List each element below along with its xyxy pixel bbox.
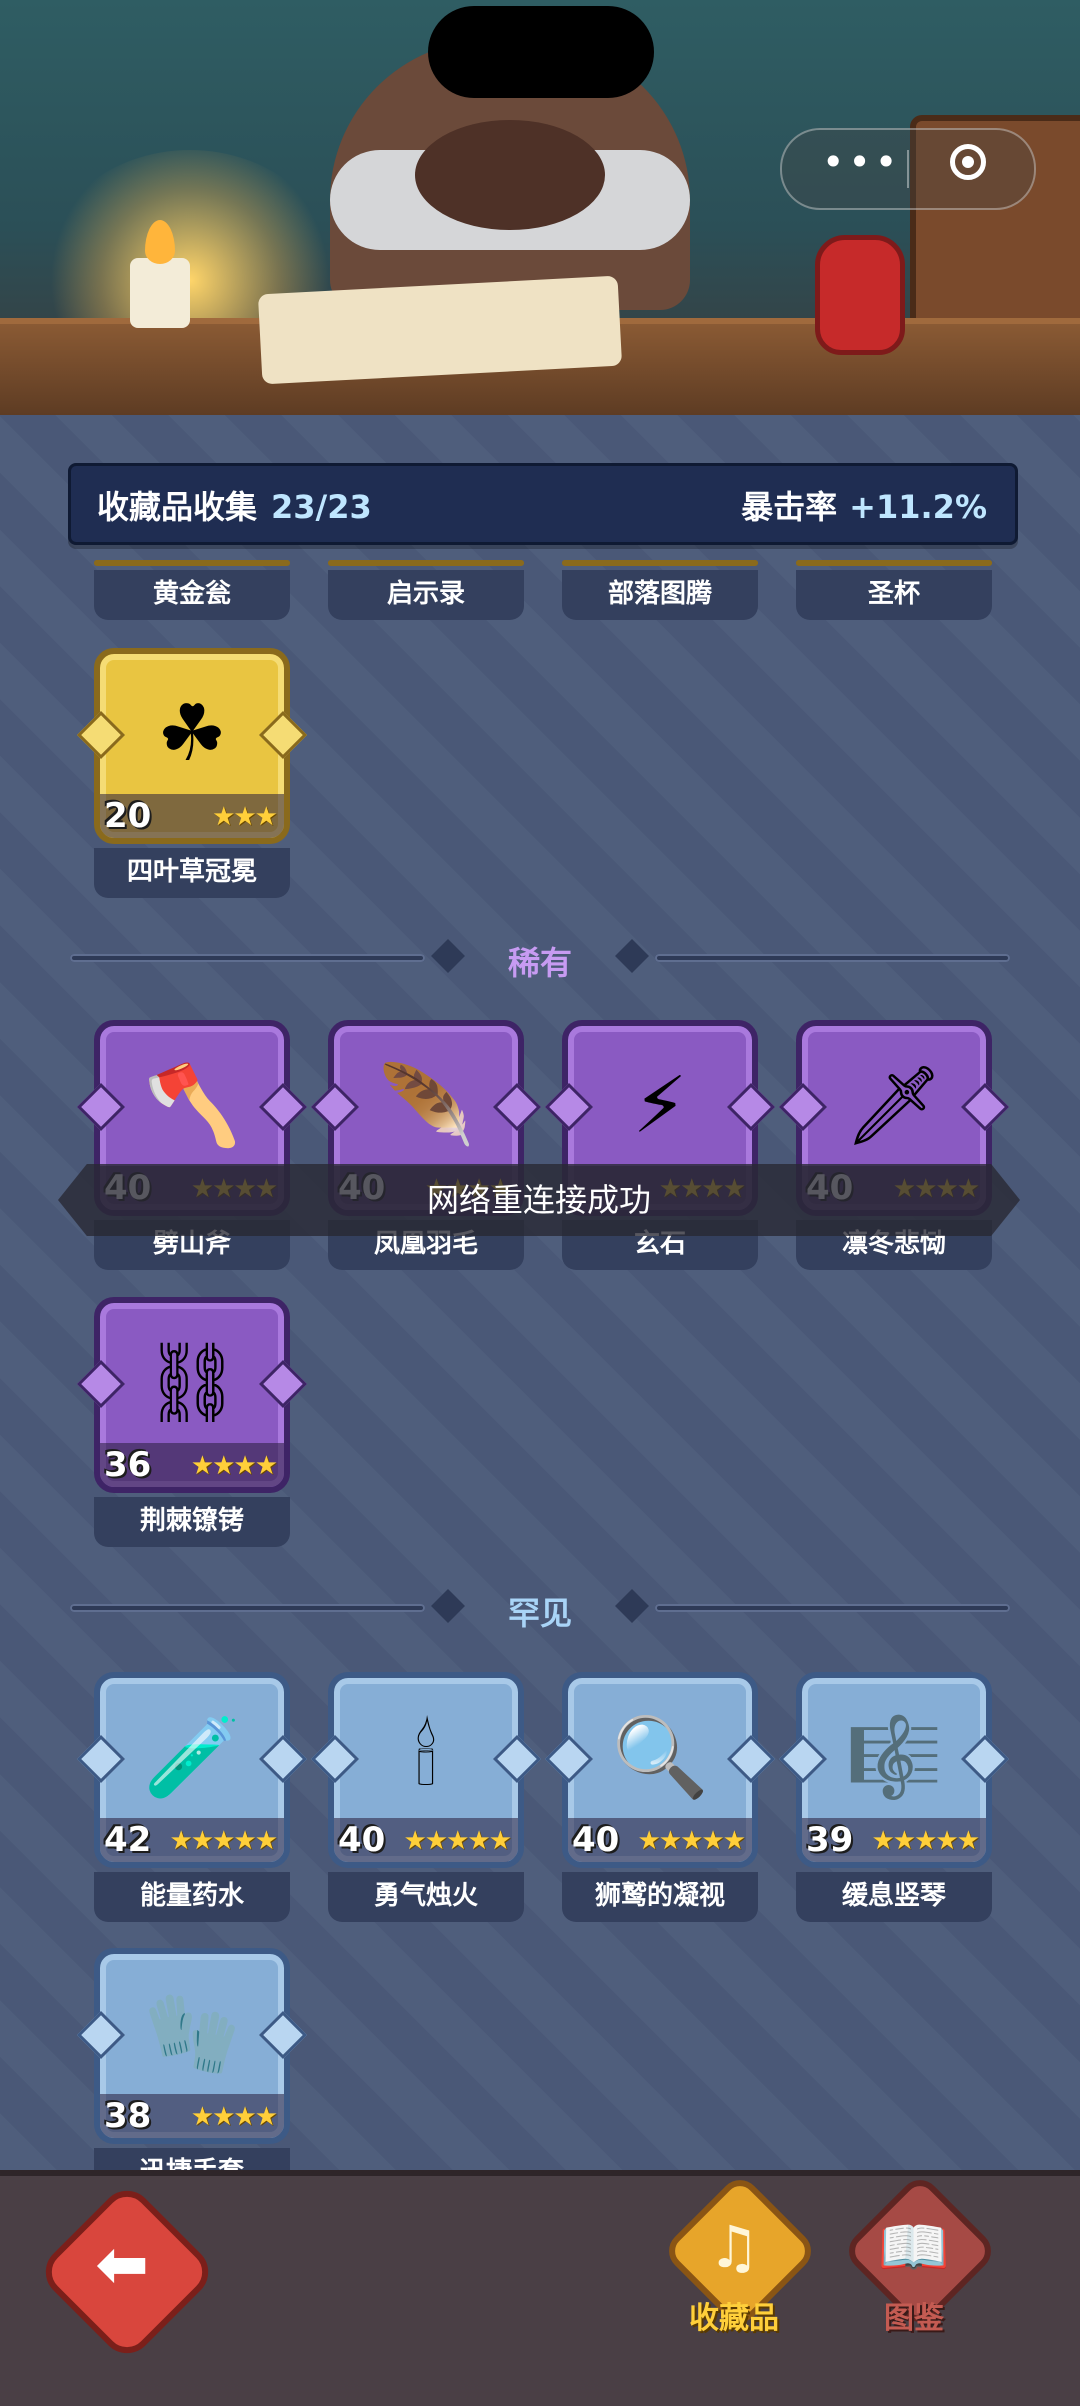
collection-card[interactable]: 🎼 39 ★★★★★	[778, 1672, 1010, 1868]
star-rating: ★★★★★	[169, 1826, 278, 1856]
list-item[interactable]: 🧤 38 ★★★★ 迅捷手套	[76, 1948, 308, 2198]
candle	[130, 258, 190, 328]
toast-text: 网络重连接成功	[426, 1181, 651, 1219]
book-icon: 📖	[877, 2213, 951, 2281]
collection-title: 收藏品收集 23/23	[97, 482, 372, 528]
red-potion-bottle	[815, 235, 905, 355]
axe-icon: 🪓	[143, 1060, 241, 1151]
beard	[415, 120, 605, 230]
item-name: 缓息竖琴	[796, 1872, 992, 1922]
list-item[interactable]: 🔍 40 ★★★★★ 狮鹫的凝视	[544, 1672, 776, 1922]
thorn-shackles-icon: ⛓	[142, 1337, 242, 1428]
lyre-icon: 🎼	[845, 1712, 943, 1803]
glove-icon: 🧤	[143, 1988, 241, 2079]
magnifier-icon: 🔍	[611, 1712, 709, 1803]
collection-card[interactable]: 🧤 38 ★★★★	[76, 1948, 308, 2144]
list-item[interactable]: 部落图腾	[562, 560, 758, 620]
item-name: 启示录	[328, 570, 524, 620]
crit-label: 暴击率	[741, 488, 838, 526]
star-rating: ★★★★	[190, 1451, 278, 1481]
star-rating: ★★★	[212, 802, 278, 832]
item-level: 40	[338, 1820, 386, 1860]
collection-card[interactable]	[94, 560, 290, 566]
list-item[interactable]: 🕯 40 ★★★★★ 勇气烛火	[310, 1672, 542, 1922]
capsule-divider	[907, 150, 909, 188]
collection-card[interactable]: ☘ 20 ★★★	[76, 648, 308, 844]
star-rating: ★★★★★	[637, 1826, 746, 1856]
tab-label: 收藏品	[689, 2301, 779, 2336]
crit-rate: 暴击率 +11.2%	[741, 482, 987, 528]
network-toast: 网络重连接成功	[58, 1164, 1020, 1236]
treasure-map	[257, 275, 623, 385]
crit-value: +11.2%	[849, 488, 987, 526]
winter-dagger-icon: 🗡	[844, 1060, 944, 1151]
section-header-rare: 稀有	[70, 936, 1010, 982]
collection-card[interactable]: 🔍 40 ★★★★★	[544, 1672, 776, 1868]
item-name: 四叶草冠冕	[94, 848, 290, 898]
item-name: 部落图腾	[562, 570, 758, 620]
list-item[interactable]: 启示录	[328, 560, 524, 620]
mystic-stone-icon: ⚡	[632, 1061, 688, 1151]
clover-crown-icon: ☘	[157, 689, 227, 779]
section-title: 罕见	[507, 1594, 572, 1632]
section-title: 稀有	[507, 944, 572, 982]
list-item[interactable]: ☘ 20 ★★★ 四叶草冠冕	[76, 648, 308, 898]
star-rating: ★★★★★	[403, 1826, 512, 1856]
star-rating: ★★★★	[190, 2102, 278, 2132]
tab-codex[interactable]: 📖 图鉴	[840, 2171, 1000, 2345]
item-name: 狮鹫的凝视	[562, 1872, 758, 1922]
collection-card[interactable]	[562, 560, 758, 566]
item-level: 42	[104, 1820, 152, 1860]
list-item[interactable]: ⛓ 36 ★★★★ 荆棘镣铐	[76, 1297, 308, 1547]
collection-card[interactable]: 🕯 40 ★★★★★	[310, 1672, 542, 1868]
item-level: 20	[104, 796, 152, 836]
lyre-tab-icon: ♫	[708, 2213, 760, 2281]
collection-card[interactable]	[796, 560, 992, 566]
miniprogram-capsule[interactable]: •••	[780, 128, 1036, 210]
tab-collection[interactable]: ♫ 收藏品	[660, 2171, 820, 2345]
close-target-icon[interactable]	[950, 144, 986, 180]
title-text: 收藏品收集	[97, 488, 258, 526]
item-level: 40	[572, 1820, 620, 1860]
collection-header: 收藏品收集 23/23 暴击率 +11.2%	[68, 463, 1018, 545]
section-header-uncommon: 罕见	[70, 1586, 1010, 1632]
item-level: 38	[104, 2096, 152, 2136]
collection-card[interactable]	[328, 560, 524, 566]
item-name: 荆棘镣铐	[94, 1497, 290, 1547]
candle-icon: 🕯	[414, 1712, 438, 1803]
back-arrow-icon[interactable]: ⬅	[82, 2230, 162, 2300]
more-icon[interactable]: •••	[822, 140, 901, 184]
tab-label: 图鉴	[884, 2301, 944, 2336]
phoenix-feather-icon: 🪶	[377, 1060, 475, 1151]
star-rating: ★★★★★	[871, 1826, 980, 1856]
collection-count: 23/23	[271, 488, 372, 526]
item-level: 36	[104, 1445, 152, 1485]
list-item[interactable]: 黄金瓮	[94, 560, 290, 620]
list-item[interactable]: 🎼 39 ★★★★★ 缓息竖琴	[778, 1672, 1010, 1922]
item-level: 39	[806, 1820, 854, 1860]
list-item[interactable]: 圣杯	[796, 560, 992, 620]
item-name: 黄金瓮	[94, 570, 290, 620]
item-name: 勇气烛火	[328, 1872, 524, 1922]
collection-card[interactable]: 🧪 42 ★★★★★	[76, 1672, 308, 1868]
list-item[interactable]: 🧪 42 ★★★★★ 能量药水	[76, 1672, 308, 1922]
collection-card[interactable]: ⛓ 36 ★★★★	[76, 1297, 308, 1493]
item-name: 圣杯	[796, 570, 992, 620]
potion-icon: 🧪	[143, 1712, 241, 1803]
item-name: 能量药水	[94, 1872, 290, 1922]
camera-notch	[428, 6, 654, 98]
